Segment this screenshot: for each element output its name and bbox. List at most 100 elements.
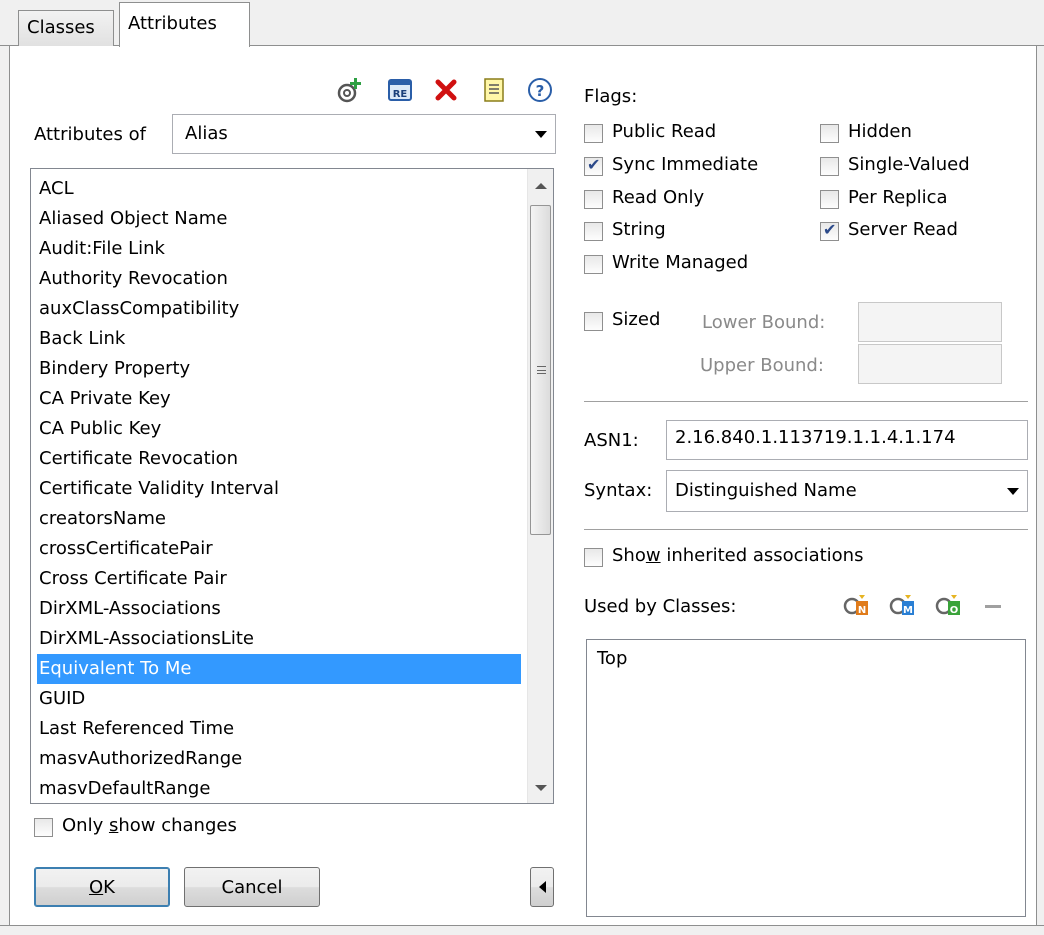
syntax-select[interactable]: Distinguished Name [666,470,1028,512]
public-read-checkbox[interactable] [584,124,603,143]
list-item[interactable]: masvDefaultRange [39,774,519,803]
only-show-changes-label: Only show changes [62,815,237,836]
class-o-icon[interactable]: O [934,592,962,620]
used-by-classes-list[interactable]: Top [586,639,1026,917]
list-item[interactable]: creatorsName [39,504,519,534]
ok-button[interactable]: OK [34,867,170,907]
list-item[interactable]: Bindery Property [39,354,519,384]
list-item[interactable]: CA Private Key [39,384,519,414]
frame-border-left [0,46,10,935]
list-item[interactable]: Aliased Object Name [39,204,519,234]
scroll-down-icon[interactable] [535,785,547,791]
show-inherited-checkbox[interactable] [584,548,603,567]
single-valued-checkbox[interactable] [820,157,839,176]
tab-classes[interactable]: Classes [18,10,114,46]
show-inherited-label-part: inherited associations [660,545,864,566]
divider [584,529,1028,530]
scroll-thumb[interactable] [530,205,551,535]
chevron-down-icon [1007,488,1019,495]
frame-border-bottom [0,925,1044,935]
list-item[interactable]: Certificate Revocation [39,444,519,474]
ok-label-rest: K [103,876,115,898]
string-label: String [612,219,666,240]
list-item[interactable]: auxClassCompatibility [39,294,519,324]
syntax-value: Distinguished Name [675,480,857,501]
upper-bound-label: Upper Bound: [700,355,824,376]
public-read-label: Public Read [612,121,717,142]
class-n-icon[interactable]: N [842,592,870,620]
hidden-label: Hidden [848,121,912,142]
list-item[interactable]: crossCertificatePair [39,534,519,564]
list-item[interactable]: Back Link [39,324,519,354]
svg-text:M: M [903,605,913,616]
list-item[interactable]: Certificate Validity Interval [39,474,519,504]
read-only-checkbox[interactable] [584,190,603,209]
frame-border-right [1036,46,1044,935]
triangle-left-icon [538,881,546,893]
write-managed-label: Write Managed [612,252,749,273]
attributes-of-select[interactable]: Alias [172,114,556,154]
add-attribute-icon[interactable] [336,76,364,104]
read-only-label: Read Only [612,187,705,208]
server-read-checkbox[interactable] [820,220,839,241]
rename-attribute-icon[interactable]: RE [386,76,414,104]
help-icon[interactable]: ? [526,76,554,104]
list-item[interactable]: DirXML-AssociationsLite [39,624,519,654]
divider [584,401,1028,402]
flags-title: Flags: [584,86,638,107]
remove-icon[interactable] [980,592,1008,620]
class-m-icon[interactable]: M [888,592,916,620]
lower-bound-label: Lower Bound: [702,312,826,333]
list-item[interactable]: DirXML-Associations [39,594,519,624]
upper-bound-input[interactable] [858,344,1002,384]
list-item[interactable]: Cross Certificate Pair [39,564,519,594]
svg-text:N: N [858,605,866,616]
only-show-changes-mnemonic: s [108,815,119,836]
lower-bound-input[interactable] [858,302,1002,342]
list-item[interactable]: Top [597,648,627,669]
list-item[interactable]: ACL [39,174,519,204]
scroll-up-icon[interactable] [535,183,547,189]
sized-checkbox[interactable] [584,312,603,331]
sized-label: Sized [612,309,661,330]
show-inherited-mnemonic: w [645,545,661,566]
show-inherited-label-part: Sho [612,545,646,566]
cancel-label: Cancel [221,876,283,898]
collapse-panel-button[interactable] [530,867,554,907]
only-show-changes-checkbox[interactable] [34,818,53,837]
only-show-changes-label-part: Only [62,815,109,836]
single-valued-label: Single-Valued [848,154,970,175]
attribute-list[interactable]: ACL Aliased Object Name Audit:File Link … [30,168,554,804]
list-item[interactable]: CA Public Key [39,414,519,444]
properties-icon[interactable] [480,76,508,104]
ok-mnemonic: O [89,876,104,898]
delete-icon[interactable] [432,76,460,104]
grip-icon [537,366,546,374]
attributes-of-label: Attributes of [34,124,146,145]
tab-attributes-label: Attributes [128,13,217,34]
write-managed-checkbox[interactable] [584,255,603,274]
list-item[interactable]: Authority Revocation [39,264,519,294]
cancel-button[interactable]: Cancel [184,867,320,907]
string-checkbox[interactable] [584,222,603,241]
list-scrollbar[interactable] [527,169,553,803]
per-replica-label: Per Replica [848,187,948,208]
asn1-input[interactable]: 2.16.840.1.113719.1.1.4.1.174 [666,420,1028,460]
hidden-checkbox[interactable] [820,124,839,143]
list-item[interactable]: GUID [39,684,519,714]
list-item[interactable]: Last Referenced Time [39,714,519,744]
list-item[interactable]: Audit:File Link [39,234,519,264]
list-item[interactable]: masvAuthorizedRange [39,744,519,774]
svg-text:O: O [950,605,959,616]
list-item-selected[interactable]: Equivalent To Me [37,654,521,684]
per-replica-checkbox[interactable] [820,190,839,209]
tab-attributes[interactable]: Attributes [119,2,250,47]
sync-immediate-checkbox[interactable] [584,155,603,176]
attributes-of-value: Alias [185,123,228,144]
only-show-changes-label-part: how changes [118,815,237,836]
server-read-label: Server Read [848,219,958,240]
svg-text:?: ? [536,82,545,100]
asn1-label: ASN1: [584,430,639,451]
show-inherited-label: Show inherited associations [612,545,863,566]
tab-classes-label: Classes [27,17,95,38]
